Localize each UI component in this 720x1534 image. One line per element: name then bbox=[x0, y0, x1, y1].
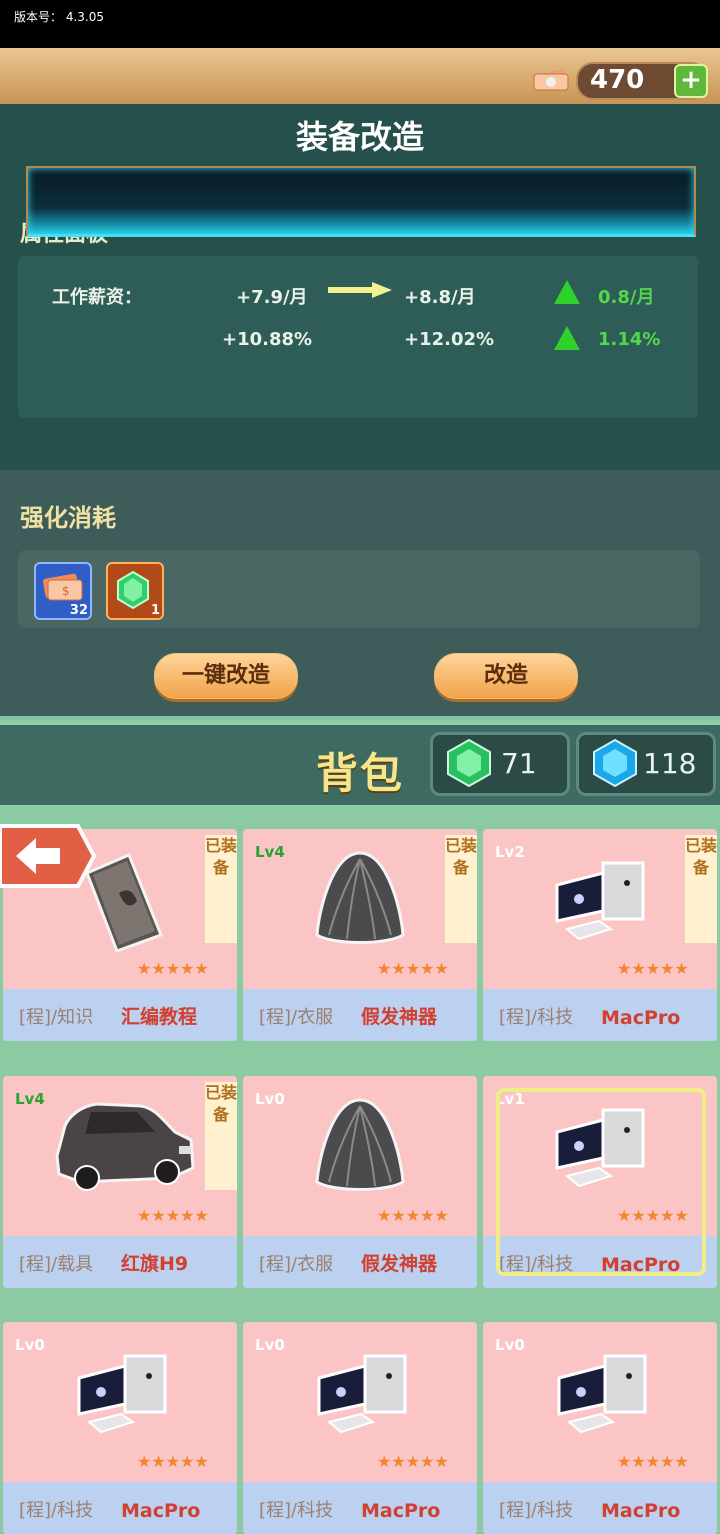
bag-card[interactable]: Lv4 已装备 ★★★★★ [程]/载具 红旗H9 bbox=[3, 1076, 237, 1288]
card-footer: [程]/科技 MacPro bbox=[243, 1482, 477, 1534]
card-category: [程]/衣服 bbox=[259, 1254, 334, 1275]
bag-title: 背包 bbox=[316, 749, 405, 798]
cost-item-gem[interactable]: 1 bbox=[106, 562, 164, 620]
bag-card[interactable]: Lv0 ★★★★★ [程]/科技 MacPro bbox=[3, 1322, 237, 1534]
equipped-badge: 已装备 bbox=[445, 835, 477, 943]
green-gem-icon bbox=[447, 738, 491, 788]
card-category: [程]/科技 bbox=[499, 1500, 574, 1521]
stat-pct-from: +10.88% bbox=[222, 329, 313, 350]
card-name: 汇编教程 bbox=[121, 1006, 198, 1028]
blue-gem-icon bbox=[593, 738, 637, 788]
version-text: 版本号： 4.3.05 bbox=[14, 10, 104, 24]
arrow-right-icon bbox=[328, 282, 392, 298]
star-rating: ★★★★★ bbox=[617, 1452, 689, 1471]
green-gem-counter: 71 bbox=[430, 732, 570, 796]
equipped-badge: 已装备 bbox=[205, 1082, 237, 1190]
card-footer: [程]/科技 MacPro bbox=[483, 989, 717, 1041]
modify-button[interactable]: 改造 bbox=[434, 653, 578, 699]
wig-icon bbox=[315, 1098, 405, 1191]
bag-card[interactable]: Lv0 ★★★★★ [程]/科技 MacPro bbox=[243, 1322, 477, 1534]
card-level: Lv4 bbox=[15, 1090, 45, 1108]
bag-card[interactable]: Lv0 ★★★★★ [程]/科技 MacPro bbox=[483, 1322, 717, 1534]
wig-icon bbox=[315, 851, 405, 944]
star-rating: ★★★★★ bbox=[377, 959, 449, 978]
cost-item-cash[interactable]: $ 32 bbox=[34, 562, 92, 620]
blue-gem-count: 118 bbox=[643, 747, 697, 780]
selection-frame bbox=[496, 1088, 706, 1276]
one-key-modify-button[interactable]: 一键改造 bbox=[154, 653, 298, 699]
card-level: Lv0 bbox=[15, 1336, 45, 1354]
page-title: 装备改造 bbox=[295, 118, 424, 156]
card-category: [程]/科技 bbox=[259, 1500, 334, 1521]
increase-icon bbox=[554, 280, 580, 304]
card-level: Lv0 bbox=[255, 1336, 285, 1354]
card-name: 假发神器 bbox=[361, 1006, 438, 1028]
stat-label-salary: 工作薪资： bbox=[52, 287, 142, 308]
card-name: MacPro bbox=[601, 1007, 681, 1029]
svg-text:$: $ bbox=[62, 584, 70, 598]
card-name: MacPro bbox=[361, 1500, 441, 1522]
computer-icon bbox=[555, 861, 645, 941]
card-category: [程]/知识 bbox=[19, 1007, 94, 1028]
top-bar: 470 + bbox=[0, 48, 720, 107]
star-rating: ★★★★★ bbox=[137, 1452, 209, 1471]
bag-card[interactable]: Lv0 ★★★★★ [程]/衣服 假发神器 bbox=[243, 1076, 477, 1288]
stat-salary-delta: 0.8/月 bbox=[598, 287, 655, 308]
computer-icon bbox=[557, 1354, 647, 1434]
card-footer: [程]/衣服 假发神器 bbox=[243, 1236, 477, 1288]
cost-item-count: 32 bbox=[69, 603, 88, 618]
card-level: Lv0 bbox=[255, 1090, 285, 1108]
coin-value: 470 bbox=[590, 65, 645, 95]
star-rating: ★★★★★ bbox=[617, 959, 689, 978]
increase-icon bbox=[554, 326, 580, 350]
card-category: [程]/载具 bbox=[19, 1254, 94, 1275]
stat-pct-to: +12.02% bbox=[404, 329, 495, 350]
cost-label: 强化消耗 bbox=[20, 504, 116, 532]
card-footer: [程]/知识 汇编教程 bbox=[3, 989, 237, 1041]
card-name: MacPro bbox=[121, 1500, 201, 1522]
card-name: 假发神器 bbox=[361, 1253, 438, 1275]
stat-pct-delta: 1.14% bbox=[598, 329, 661, 350]
card-level: Lv2 bbox=[495, 843, 525, 861]
stat-salary-to: +8.8/月 bbox=[404, 287, 476, 308]
star-rating: ★★★★★ bbox=[137, 959, 209, 978]
star-rating: ★★★★★ bbox=[377, 1452, 449, 1471]
green-gem-count: 71 bbox=[501, 747, 537, 780]
equipped-badge: 已装备 bbox=[685, 835, 717, 943]
equipped-badge: 已装备 bbox=[205, 835, 237, 943]
bag-card[interactable]: Lv4 已装备 ★★★★★ [程]/衣服 假发神器 bbox=[243, 829, 477, 1041]
stat-panel bbox=[18, 256, 698, 418]
card-category: [程]/科技 bbox=[19, 1500, 94, 1521]
card-footer: [程]/科技 MacPro bbox=[483, 1482, 717, 1534]
card-level: Lv0 bbox=[495, 1336, 525, 1354]
star-rating: ★★★★★ bbox=[137, 1206, 209, 1225]
computer-icon bbox=[317, 1354, 407, 1434]
bag-card[interactable]: Lv2 已装备 ★★★★★ [程]/科技 MacPro bbox=[483, 829, 717, 1041]
car-icon bbox=[55, 1102, 195, 1191]
card-name: 红旗H9 bbox=[121, 1253, 189, 1275]
card-footer: [程]/科技 MacPro bbox=[3, 1482, 237, 1534]
card-name: MacPro bbox=[601, 1500, 681, 1522]
equipment-banner bbox=[26, 166, 696, 237]
back-button[interactable] bbox=[0, 824, 96, 888]
add-coins-button[interactable]: + bbox=[674, 64, 708, 98]
blue-gem-counter: 118 bbox=[576, 732, 716, 796]
card-footer: [程]/载具 红旗H9 bbox=[3, 1236, 237, 1288]
card-footer: [程]/衣服 假发神器 bbox=[243, 989, 477, 1041]
stat-salary-from: +7.9/月 bbox=[236, 287, 308, 308]
card-category: [程]/衣服 bbox=[259, 1007, 334, 1028]
status-bar: 版本号： 4.3.05 bbox=[0, 0, 720, 48]
card-level: Lv4 bbox=[255, 843, 285, 861]
cost-item-count: 1 bbox=[150, 603, 160, 618]
card-category: [程]/科技 bbox=[499, 1007, 574, 1028]
coin-counter: 470 + bbox=[531, 62, 708, 100]
computer-icon bbox=[77, 1354, 167, 1434]
star-rating: ★★★★★ bbox=[377, 1206, 449, 1225]
cash-icon bbox=[531, 69, 569, 92]
